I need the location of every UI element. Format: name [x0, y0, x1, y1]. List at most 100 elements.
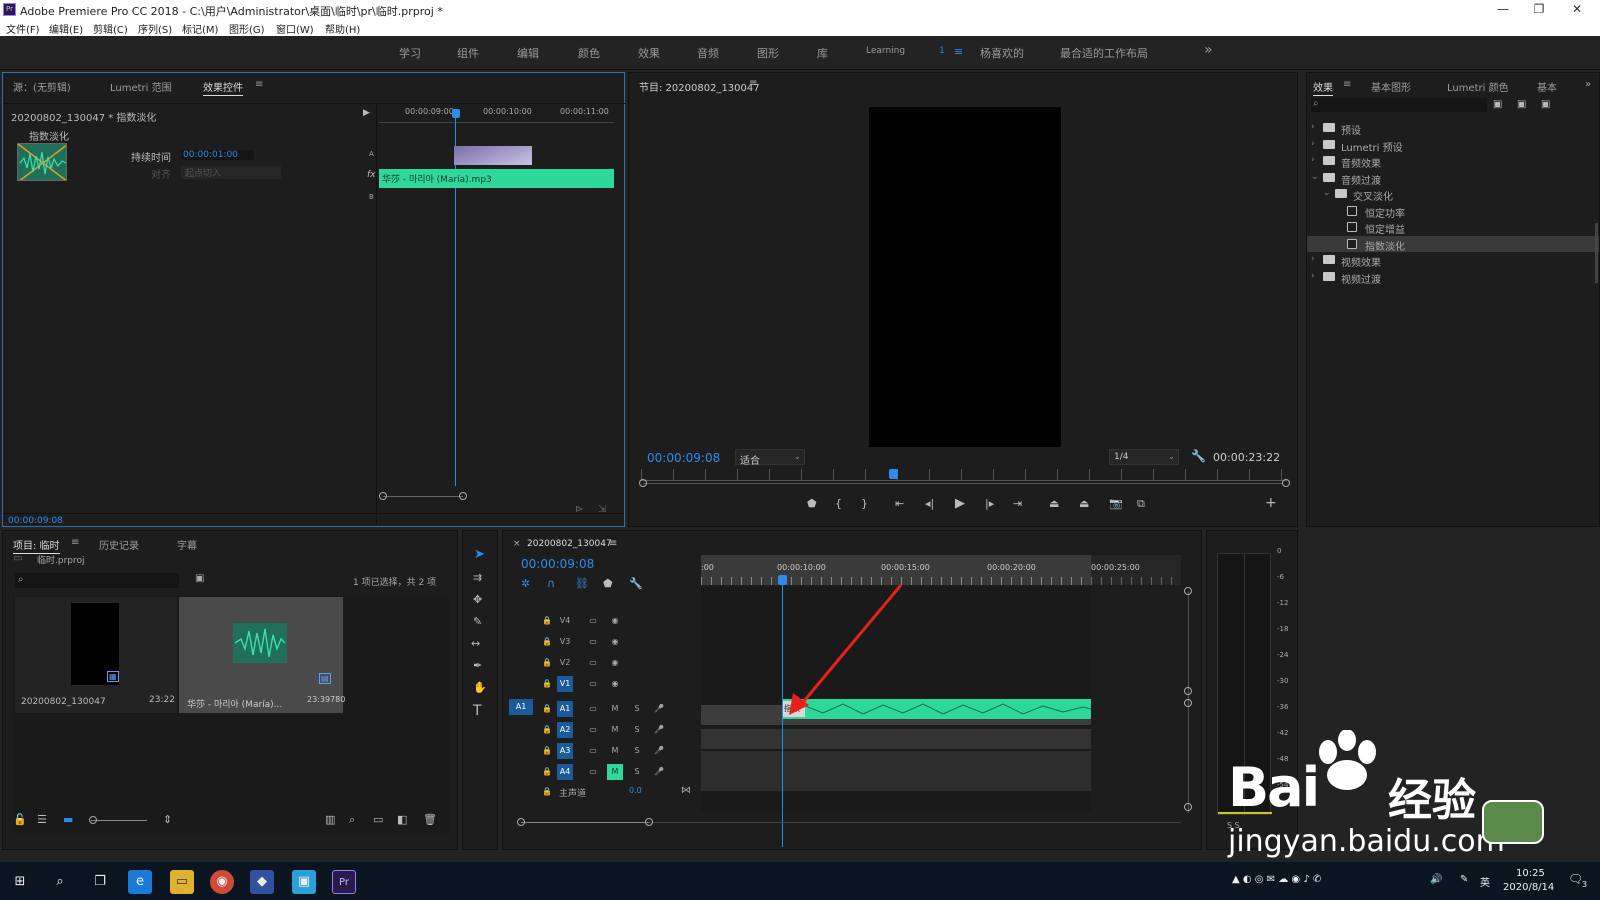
effects-tree-item[interactable]: ⌄ 交叉淡化	[1307, 186, 1599, 203]
go-to-out-icon[interactable]: ⇥	[1013, 497, 1022, 510]
accelerated-effects-icon[interactable]: ▣	[1493, 99, 1502, 110]
ec-timecode[interactable]: 00:00:09:08	[8, 516, 63, 526]
compare-view-icon[interactable]: ⧉	[1137, 497, 1145, 511]
chevron-right-icon[interactable]: ›	[1311, 139, 1315, 149]
find-icon[interactable]: ⌕	[349, 813, 355, 827]
sort-icon[interactable]: ⇕	[163, 813, 172, 826]
chevron-right-icon[interactable]: ›	[1311, 254, 1315, 264]
lock-icon[interactable]: 🔒	[539, 634, 555, 650]
slip-tool-icon[interactable]: ↔	[471, 637, 480, 650]
program-scrub-bar[interactable]	[641, 469, 1287, 481]
workspace-tab[interactable]: 编辑	[517, 45, 539, 61]
play-only-icon[interactable]: ▶	[363, 108, 370, 118]
tab-captions[interactable]: 字幕	[177, 537, 197, 552]
effects-tree-item[interactable]: › 音频效果	[1307, 153, 1599, 170]
menu-graphics[interactable]: 图形(G)	[229, 21, 265, 36]
eye-icon[interactable]: ◉	[607, 676, 623, 692]
track-target[interactable]: V1	[557, 676, 573, 692]
automate-to-sequence-icon[interactable]: ▥	[325, 813, 335, 826]
sync-lock-icon[interactable]: ▭	[585, 701, 601, 717]
track-target[interactable]: A2	[557, 722, 573, 738]
microphone-icon[interactable]: 🎤	[651, 701, 667, 717]
workspace-tab[interactable]: 杨喜欢的	[980, 45, 1024, 61]
more-tabs-icon[interactable]: »	[1585, 79, 1591, 90]
chevron-down-icon[interactable]: ⌄	[1323, 188, 1331, 198]
lock-icon[interactable]: 🔒	[539, 613, 555, 629]
app-icon[interactable]: ◆	[250, 870, 274, 894]
scroll-handle[interactable]	[1184, 587, 1192, 595]
workspace-menu-icon[interactable]: ≡	[954, 45, 963, 58]
app-icon[interactable]: ▣	[292, 870, 316, 894]
sync-lock-icon[interactable]: ▭	[585, 743, 601, 759]
microphone-icon[interactable]: 🎤	[651, 764, 667, 780]
tab-history[interactable]: 历史记录	[99, 537, 139, 552]
source-patch-a1[interactable]: A1	[509, 699, 533, 715]
windows-start-icon[interactable]: ⊞	[8, 870, 32, 894]
sync-lock-icon[interactable]: ▭	[585, 655, 601, 671]
close-tab-icon[interactable]: ×	[513, 539, 521, 549]
zoom-handle-left[interactable]	[379, 492, 387, 500]
effects-tree-item[interactable]: 指数淡化	[1307, 235, 1599, 253]
chevron-right-icon[interactable]: ›	[1311, 122, 1315, 132]
track-target[interactable]: V4	[557, 613, 573, 629]
lock-icon[interactable]: 🔒	[539, 676, 555, 692]
lock-icon[interactable]: 🔒	[539, 655, 555, 671]
effects-tree-item[interactable]: › 视频过渡	[1307, 269, 1599, 286]
track-target[interactable]: V2	[557, 655, 573, 671]
solo-button[interactable]: S	[629, 722, 645, 738]
project-search-input[interactable]: ⌕	[15, 573, 179, 588]
lock-icon[interactable]: 🔒	[539, 784, 555, 800]
clock-time[interactable]: 10:25	[1516, 868, 1545, 879]
effects-tree-item[interactable]: › 视频效果	[1307, 252, 1599, 269]
workspace-tab[interactable]: 图形	[757, 45, 779, 61]
scroll-handle[interactable]	[1184, 803, 1192, 811]
microphone-icon[interactable]: 🎤	[651, 743, 667, 759]
file-explorer-icon[interactable]: ▭	[170, 870, 194, 894]
new-item-icon[interactable]: ◧	[397, 813, 407, 826]
scroll-handle[interactable]	[517, 818, 525, 826]
pen-icon[interactable]: ✎	[1460, 874, 1468, 885]
tab-lumetri-scopes[interactable]: Lumetri 范围	[110, 79, 172, 94]
32bit-effects-icon[interactable]: ▣	[1517, 99, 1526, 110]
premiere-taskbar-icon[interactable]: Pr	[332, 870, 356, 894]
menu-help[interactable]: 帮助(H)	[325, 21, 360, 36]
effects-search-input[interactable]: ⌕	[1311, 98, 1487, 112]
razor-tool-icon[interactable]: ✎	[473, 615, 482, 628]
camera-icon[interactable]: 📷	[1109, 497, 1123, 510]
menu-sequence[interactable]: 序列(S)	[138, 21, 172, 36]
zoom-handle-right[interactable]	[1282, 479, 1290, 487]
new-search-bin-icon[interactable]: ▣	[195, 573, 204, 584]
tab-source[interactable]: 源：(无剪辑)	[13, 79, 71, 94]
lock-icon[interactable]: 🔒	[539, 722, 555, 738]
project-item[interactable]: ▦ 20200802_130047 23:22	[15, 597, 177, 713]
restore-icon[interactable]: ❐	[1522, 0, 1556, 19]
new-bin-icon[interactable]: ▭	[373, 813, 383, 826]
wrench-icon[interactable]: 🔧	[1191, 449, 1206, 463]
panel-menu-icon[interactable]: ≡	[255, 79, 263, 90]
tab-effects[interactable]: 效果	[1313, 79, 1333, 96]
effects-tree-item[interactable]: › 预设	[1307, 120, 1599, 137]
tab-lumetri-color[interactable]: Lumetri 颜色	[1447, 79, 1509, 94]
workspace-more-icon[interactable]: »	[1204, 42, 1213, 58]
notification-icon[interactable]: 🗨	[1568, 872, 1583, 886]
step-forward-icon[interactable]: |▸	[985, 497, 994, 510]
scroll-handle[interactable]	[1184, 687, 1192, 695]
track-select-tool-icon[interactable]: ⇉	[473, 571, 482, 584]
wrench-icon[interactable]: 🔧	[629, 577, 643, 590]
menu-window[interactable]: 窗口(W)	[276, 21, 314, 36]
program-playhead[interactable]	[888, 469, 898, 479]
workspace-tab[interactable]: 音频	[697, 45, 719, 61]
go-to-in-icon[interactable]: ⇤	[895, 497, 904, 510]
solo-button[interactable]: S	[629, 701, 645, 717]
sync-lock-icon[interactable]: ▭	[585, 764, 601, 780]
align-dropdown[interactable]: 起点切入	[181, 166, 281, 179]
playhead-handle[interactable]	[452, 109, 460, 118]
yuv-effects-icon[interactable]: ▣	[1541, 99, 1550, 110]
search-icon[interactable]: ⌕	[48, 870, 72, 894]
workspace-tab[interactable]: 库	[817, 45, 828, 61]
zoom-slider[interactable]	[91, 820, 147, 821]
browser-icon[interactable]: e	[128, 870, 152, 894]
program-zoom-bar[interactable]	[643, 483, 1283, 484]
panel-menu-icon[interactable]: ≡	[749, 78, 757, 89]
menu-clip[interactable]: 剪辑(C)	[93, 21, 128, 36]
